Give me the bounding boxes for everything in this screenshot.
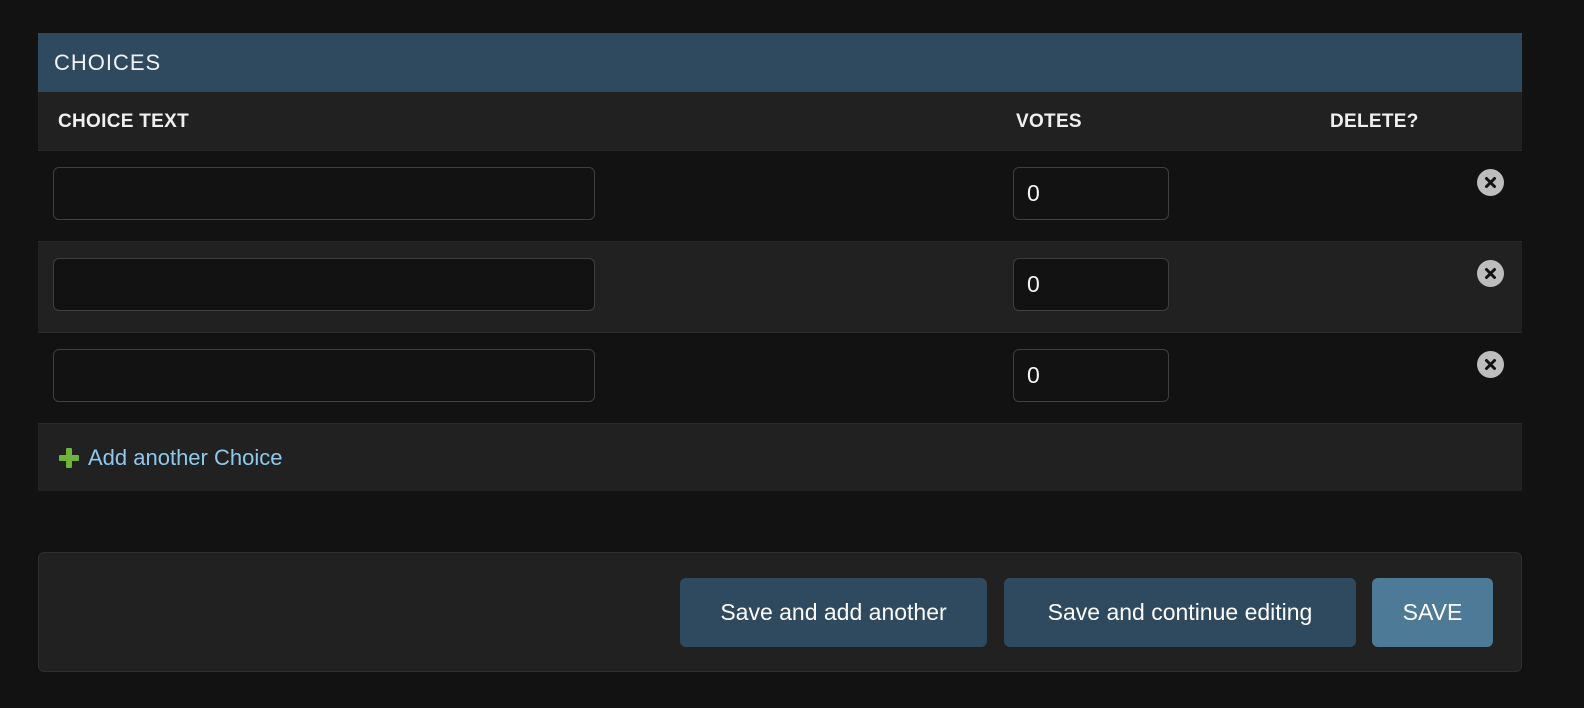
votes-input[interactable]: [1013, 167, 1169, 220]
section-header: CHOICES: [38, 33, 1522, 92]
submit-row: Save and add another Save and continue e…: [38, 552, 1522, 672]
votes-input[interactable]: [1013, 349, 1169, 402]
delete-row-button[interactable]: [1477, 260, 1504, 287]
table-row: [38, 333, 1522, 424]
choice-text-input[interactable]: [53, 349, 595, 402]
votes-input[interactable]: [1013, 258, 1169, 311]
choices-inline-group: CHOICES CHOICE TEXT VOTES DELETE? 0 0 0 …: [38, 33, 1522, 491]
choice-text-input[interactable]: [53, 258, 595, 311]
delete-row-button[interactable]: [1477, 351, 1504, 378]
close-icon: [1485, 268, 1496, 279]
delete-row-button[interactable]: [1477, 169, 1504, 196]
close-icon: [1485, 359, 1496, 370]
section-title: CHOICES: [54, 49, 162, 75]
table-row: [38, 242, 1522, 333]
table-row: [38, 151, 1522, 242]
table-header: CHOICE TEXT VOTES DELETE?: [38, 92, 1522, 151]
plus-icon: [59, 447, 79, 468]
save-button[interactable]: SAVE: [1372, 578, 1493, 647]
add-another-choice-label: Add another Choice: [88, 444, 283, 470]
choice-text-input[interactable]: [53, 167, 595, 220]
add-row: Add another Choice: [38, 424, 1522, 491]
close-icon: [1485, 177, 1496, 188]
column-header-votes: VOTES: [1016, 111, 1082, 132]
save-and-continue-editing-button[interactable]: Save and continue editing: [1004, 578, 1356, 647]
add-another-choice-link[interactable]: Add another Choice: [59, 445, 282, 471]
save-and-add-another-button[interactable]: Save and add another: [680, 578, 987, 647]
column-header-choice-text: CHOICE TEXT: [58, 111, 190, 132]
column-header-delete: DELETE?: [1330, 111, 1419, 132]
